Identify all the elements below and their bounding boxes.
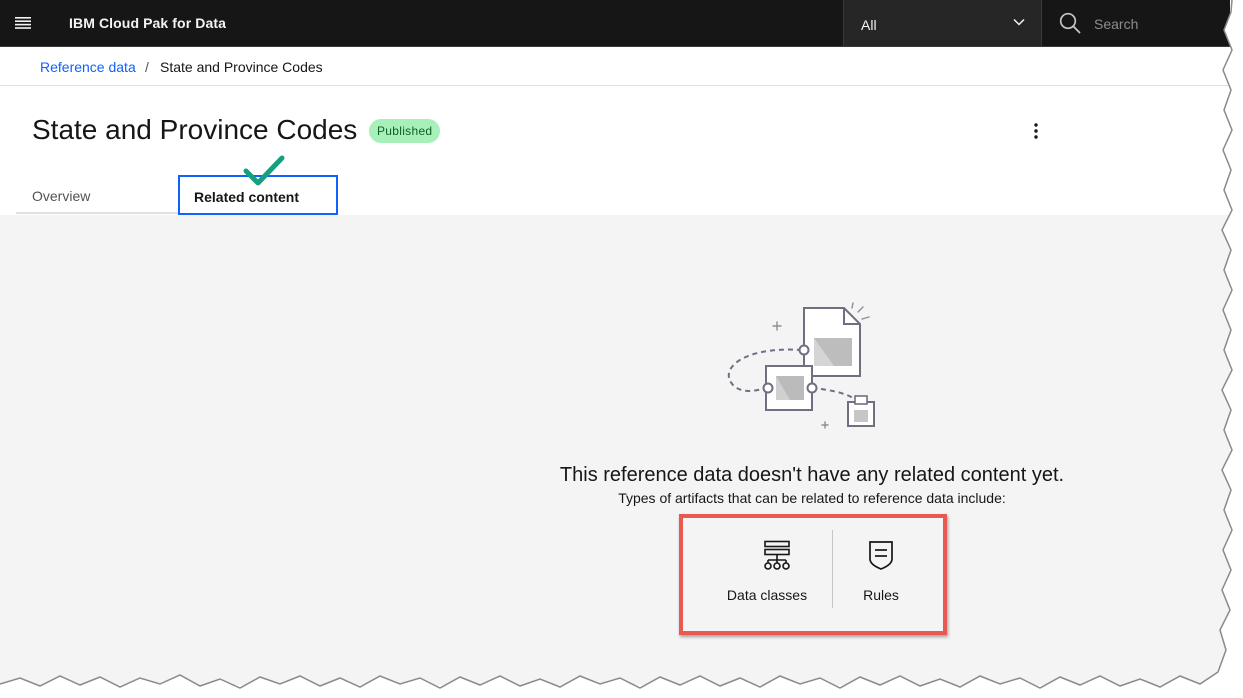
torn-edge-decoration	[0, 0, 1243, 698]
